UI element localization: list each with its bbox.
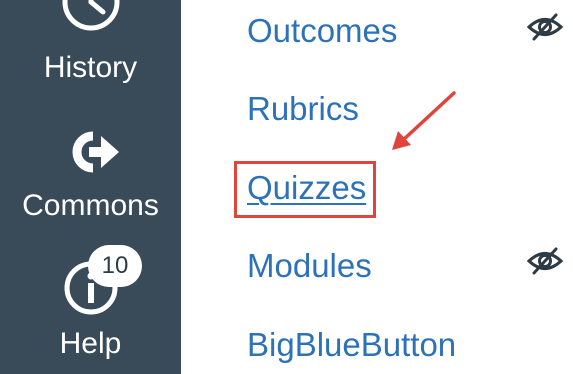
page: History Commons Help 10 Outcomes Rubrics…	[0, 0, 573, 374]
course-nav-outcomes[interactable]: Outcomes	[247, 11, 397, 51]
nav-label-commons: Commons	[22, 189, 159, 222]
global-nav-sidebar: History Commons Help 10	[0, 0, 181, 374]
course-nav-quizzes[interactable]: Quizzes	[247, 168, 366, 208]
eye-slash-icon[interactable]	[526, 12, 564, 42]
clock-icon	[62, 0, 119, 31]
course-navigation: Outcomes Rubrics Quizzes Modules BigBlue…	[181, 0, 573, 374]
nav-label-history: History	[43, 51, 138, 84]
commons-arrow-icon	[72, 131, 119, 173]
nav-item-commons[interactable]: Commons	[0, 120, 181, 230]
nav-label-help: Help	[59, 327, 122, 360]
course-nav-bigbluebutton[interactable]: BigBlueButton	[247, 325, 456, 365]
help-badge-count: 10	[88, 245, 142, 287]
course-nav-rubrics[interactable]: Rubrics	[247, 89, 359, 129]
eye-slash-icon[interactable]	[526, 246, 564, 276]
course-nav-modules[interactable]: Modules	[247, 246, 372, 286]
nav-item-history[interactable]: History	[0, 0, 181, 100]
